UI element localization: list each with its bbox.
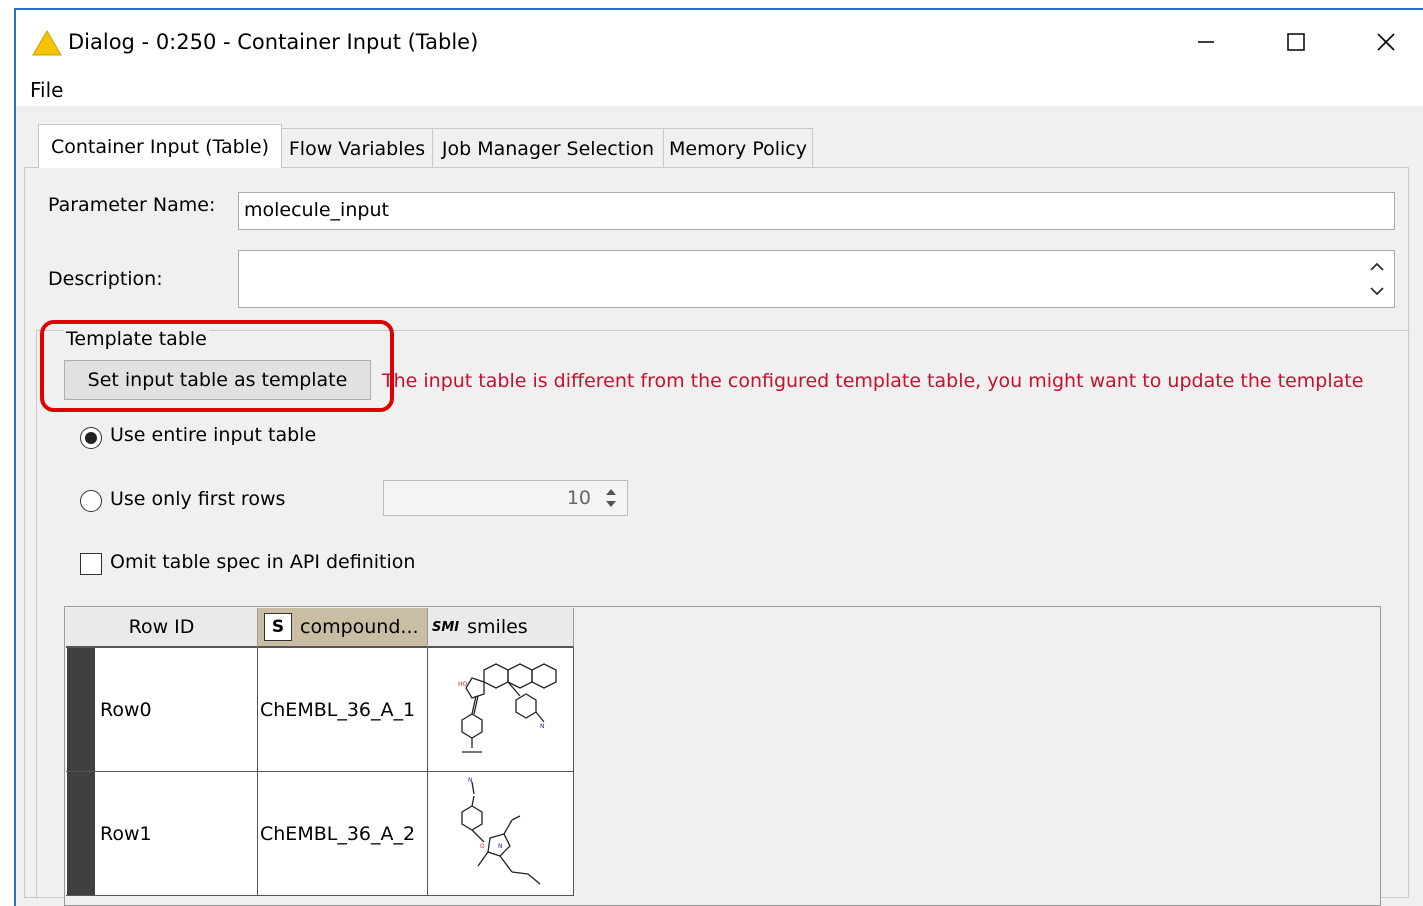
column-header-compound[interactable]: S compound...: [258, 608, 428, 648]
title-bar: Dialog - 0:250 - Container Input (Table): [16, 10, 1423, 72]
svg-text:HO: HO: [458, 681, 468, 688]
spinner-arrows-icon[interactable]: [601, 485, 621, 511]
table-row-1-smiles[interactable]: N N O: [428, 772, 574, 896]
annotation-highlight-box: [40, 320, 394, 412]
tab-job-manager-selection[interactable]: Job Manager Selection: [432, 128, 664, 168]
svg-text:N: N: [498, 843, 503, 850]
description-input[interactable]: [238, 250, 1395, 308]
use-first-rows-label: Use only first rows: [110, 488, 286, 510]
omit-table-spec-checkbox[interactable]: [80, 553, 102, 575]
table-row-1-compound[interactable]: ChEMBL_36_A_2: [258, 772, 428, 896]
menu-file[interactable]: File: [30, 78, 63, 102]
maximize-icon: [1287, 33, 1305, 51]
tab-flow-variables[interactable]: Flow Variables: [281, 128, 433, 168]
column-header-row-id[interactable]: Row ID: [66, 608, 258, 648]
table-row-0-compound[interactable]: ChEMBL_36_A_1: [258, 648, 428, 772]
tab-memory-policy[interactable]: Memory Policy: [663, 128, 813, 168]
first-rows-spinner[interactable]: 10: [383, 480, 628, 516]
use-first-rows-radio[interactable]: [80, 490, 102, 512]
first-rows-value: 10: [566, 487, 591, 509]
parameter-name-input[interactable]: molecule_input: [238, 192, 1395, 230]
svg-text:N: N: [540, 723, 545, 730]
compound-value: ChEMBL_36_A_1: [260, 698, 416, 721]
column-header-row-id-label: Row ID: [128, 616, 195, 638]
row-marker: [67, 648, 95, 771]
column-header-smiles-label: smiles: [467, 616, 528, 638]
window-title: Dialog - 0:250 - Container Input (Table): [68, 30, 479, 54]
molecule-structure-icon: N N O: [460, 777, 540, 884]
use-entire-input-label: Use entire input table: [110, 424, 317, 446]
tab-container-input[interactable]: Container Input (Table): [38, 124, 282, 168]
parameter-name-label: Parameter Name:: [48, 194, 216, 216]
string-type-icon: S: [264, 613, 292, 641]
description-label: Description:: [48, 268, 163, 290]
close-icon: [1377, 33, 1395, 51]
compound-value: ChEMBL_36_A_2: [260, 822, 416, 845]
minimize-button[interactable]: [1184, 24, 1228, 60]
table-row-0-smiles[interactable]: HO N: [428, 648, 574, 772]
row-id-value: Row0: [100, 698, 152, 721]
menu-bar: File: [16, 72, 1423, 106]
minimize-icon: [1198, 41, 1214, 43]
maximize-button[interactable]: [1274, 24, 1318, 60]
row-id-value: Row1: [100, 822, 152, 845]
svg-text:O: O: [480, 843, 485, 850]
svg-text:N: N: [468, 777, 473, 784]
template-mismatch-warning: The input table is different from the co…: [382, 370, 1364, 392]
row-marker: [67, 772, 95, 895]
column-header-compound-label: compound...: [300, 616, 419, 638]
use-entire-input-radio[interactable]: [80, 427, 102, 449]
column-header-smiles[interactable]: SMI smiles: [428, 608, 574, 648]
molecule-structure-icon: HO N: [458, 662, 557, 753]
warning-triangle-icon: [32, 30, 62, 56]
close-button[interactable]: [1364, 24, 1408, 60]
description-scroll-arrows-icon[interactable]: [1368, 258, 1386, 300]
omit-table-spec-label: Omit table spec in API definition: [110, 551, 416, 573]
smiles-type-icon: SMI: [432, 619, 460, 635]
